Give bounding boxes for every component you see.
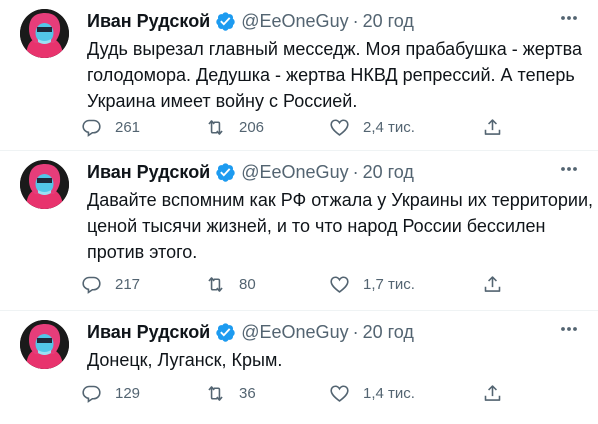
tweet-header: Иван Рудской @EeOneGuy · 20 год: [87, 320, 414, 344]
like-button[interactable]: 2,4 тис.: [329, 115, 415, 139]
more-icon[interactable]: [557, 319, 581, 339]
share-icon: [484, 384, 501, 401]
tweet[interactable]: Иван Рудской @EeOneGuy · 20 год Донецк, …: [0, 311, 598, 424]
retweet-count: 36: [239, 384, 256, 402]
avatar[interactable]: [20, 9, 69, 58]
reply-count: 261: [115, 118, 141, 136]
reply-button[interactable]: 217: [81, 272, 140, 296]
author-handle[interactable]: @EeOneGuy: [241, 11, 348, 32]
tweet-text-line: ценой тысячи жизней, и то что народ Росс…: [87, 216, 546, 236]
reply-icon: [82, 276, 101, 294]
separator: ·: [352, 161, 359, 182]
author-handle[interactable]: @EeOneGuy: [241, 322, 348, 343]
retweet-button[interactable]: 80: [205, 272, 256, 296]
reply-button[interactable]: 261: [81, 115, 140, 139]
author-name[interactable]: Иван Рудской: [87, 11, 210, 32]
author-handle[interactable]: @EeOneGuy: [241, 162, 348, 183]
retweet-icon: [208, 276, 223, 292]
share-button[interactable]: [482, 272, 503, 296]
more-icon[interactable]: [557, 159, 581, 179]
separator: ·: [352, 321, 359, 342]
timeline: Иван Рудской @EeOneGuy · 20 год Дудь выр…: [0, 0, 598, 424]
tweet-text-line: против этого.: [87, 242, 198, 262]
tweet[interactable]: Иван Рудской @EeOneGuy · 20 год Дудь выр…: [0, 0, 598, 151]
tweet-text-line: голодомора. Дедушка - жертва НКВД репрес…: [87, 65, 575, 85]
like-icon: [330, 118, 349, 136]
verified-badge-icon: [216, 162, 235, 182]
separator: ·: [352, 10, 359, 31]
tweet-actions: 129 36 1,4 тис.: [81, 381, 511, 405]
tweet[interactable]: Иван Рудской @EeOneGuy · 20 год Давайте …: [0, 151, 598, 311]
like-count: 1,7 тис.: [363, 275, 415, 293]
retweet-count: 80: [239, 275, 256, 293]
like-count: 1,4 тис.: [363, 384, 415, 402]
verified-badge-icon: [216, 11, 235, 31]
retweet-icon: [208, 119, 223, 135]
like-button[interactable]: 1,7 тис.: [329, 272, 415, 296]
verified-badge-icon: [216, 322, 235, 342]
retweet-icon: [208, 385, 223, 401]
share-icon: [484, 275, 501, 292]
author-name[interactable]: Иван Рудской: [87, 162, 210, 183]
timestamp[interactable]: 20 год: [363, 11, 414, 32]
retweet-count: 206: [239, 118, 265, 136]
tweet-actions: 217 80 1,7 тис.: [81, 272, 511, 296]
share-button[interactable]: [482, 115, 503, 139]
tweet-text: Донецк, Луганск, Крым.: [87, 347, 583, 373]
tweet-text-line: Украина имеет войну с Россией.: [87, 91, 358, 111]
avatar[interactable]: [20, 160, 69, 209]
avatar[interactable]: [20, 320, 69, 369]
author-name[interactable]: Иван Рудской: [87, 322, 210, 343]
tweet-actions: 261 206 2,4 тис.: [81, 115, 511, 139]
retweet-button[interactable]: 36: [205, 381, 256, 405]
tweet-text: Дудь вырезал главный месседж. Моя прабаб…: [87, 36, 583, 114]
more-icon[interactable]: [557, 8, 581, 28]
reply-button[interactable]: 129: [81, 381, 140, 405]
like-icon: [330, 384, 349, 402]
tweet-text-line: Давайте вспомним как РФ отжала у Украины…: [87, 190, 594, 210]
tweet-header: Иван Рудской @EeOneGuy · 20 год: [87, 9, 414, 33]
share-button[interactable]: [482, 381, 503, 405]
reply-icon: [82, 119, 101, 137]
tweet-text: Давайте вспомним как РФ отжала у Украины…: [87, 187, 594, 265]
like-button[interactable]: 1,4 тис.: [329, 381, 415, 405]
tweet-header: Иван Рудской @EeOneGuy · 20 год: [87, 160, 414, 184]
reply-count: 217: [115, 275, 141, 293]
timestamp[interactable]: 20 год: [363, 162, 414, 183]
share-icon: [484, 118, 501, 135]
tweet-text-line: Дудь вырезал главный месседж. Моя прабаб…: [87, 39, 583, 59]
reply-count: 129: [115, 384, 141, 402]
reply-icon: [82, 385, 101, 403]
timestamp[interactable]: 20 год: [363, 322, 414, 343]
like-count: 2,4 тис.: [363, 118, 415, 136]
like-icon: [330, 275, 349, 293]
retweet-button[interactable]: 206: [205, 115, 264, 139]
tweet-text-line: Донецк, Луганск, Крым.: [87, 350, 283, 370]
